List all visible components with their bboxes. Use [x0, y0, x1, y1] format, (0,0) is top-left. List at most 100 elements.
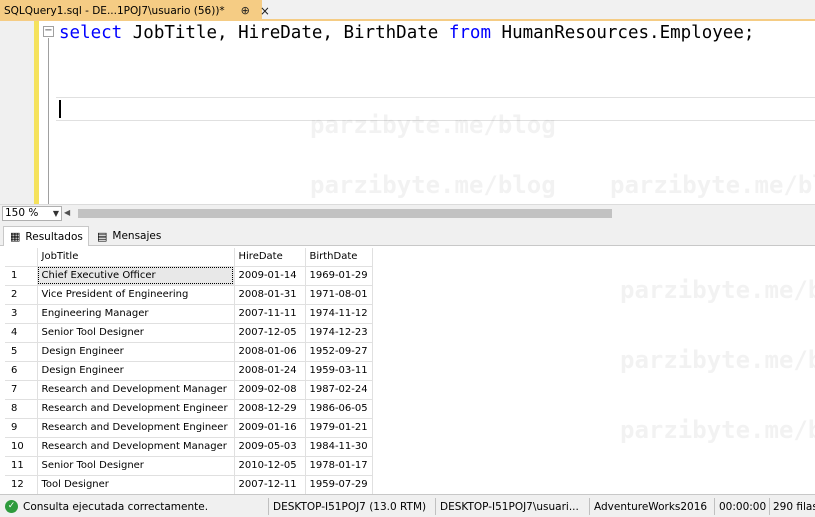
- editor-horizontal-scrollbar[interactable]: 150 % ▼ ◀: [0, 204, 815, 221]
- cell-birthdate[interactable]: 1984-11-30: [305, 437, 373, 457]
- row-number[interactable]: 12: [5, 475, 38, 494]
- messages-icon: ▤: [97, 229, 108, 243]
- code-line-1[interactable]: select JobTitle, HireDate, BirthDate fro…: [59, 21, 754, 45]
- cell-jobtitle[interactable]: Chief Executive Officer: [37, 266, 235, 286]
- row-number[interactable]: 7: [5, 380, 38, 400]
- cell-birthdate[interactable]: 1974-11-12: [305, 304, 373, 324]
- tab-label: Mensajes: [112, 230, 162, 242]
- table-row[interactable]: 8 Research and Development Engineer 2008-1…: [5, 399, 373, 419]
- row-number[interactable]: 6: [5, 361, 38, 381]
- row-number[interactable]: 11: [5, 456, 38, 476]
- column-header-jobtitle[interactable]: JobTitle: [37, 248, 235, 267]
- cell-jobtitle[interactable]: Design Engineer: [37, 342, 235, 362]
- status-row-count: 290 filas: [773, 500, 815, 513]
- corner-cell[interactable]: [5, 248, 38, 267]
- row-number[interactable]: 5: [5, 342, 38, 362]
- scroll-left-icon[interactable]: ◀: [64, 208, 70, 217]
- cell-birthdate[interactable]: 1971-08-01: [305, 285, 373, 305]
- cell-birthdate[interactable]: 1986-06-05: [305, 399, 373, 419]
- watermark: parzibyte.me/blog: [610, 171, 815, 199]
- table-row[interactable]: 5 Design Engineer 2008-01-06 1952-09-27: [5, 342, 373, 362]
- cell-jobtitle[interactable]: Research and Development Engineer: [37, 418, 235, 438]
- table-row[interactable]: 6 Design Engineer 2008-01-24 1959-03-11: [5, 361, 373, 381]
- cell-birthdate[interactable]: 1959-03-11: [305, 361, 373, 381]
- cell-jobtitle[interactable]: Research and Development Engineer: [37, 399, 235, 419]
- cell-jobtitle[interactable]: Design Engineer: [37, 361, 235, 381]
- row-number[interactable]: 1: [5, 266, 38, 286]
- cell-jobtitle[interactable]: Research and Development Manager: [37, 437, 235, 457]
- header-row: JobTitle HireDate BirthDate: [5, 248, 373, 267]
- cell-birthdate[interactable]: 1987-02-24: [305, 380, 373, 400]
- outline-line: [48, 38, 49, 204]
- collapse-icon[interactable]: −: [43, 26, 54, 37]
- cell-hiredate[interactable]: 2010-12-05: [234, 456, 306, 476]
- cell-jobtitle[interactable]: Research and Development Manager: [37, 380, 235, 400]
- cell-jobtitle[interactable]: Engineering Manager: [37, 304, 235, 324]
- check-icon: ✓: [5, 500, 18, 513]
- cell-jobtitle[interactable]: Vice President of Engineering: [37, 285, 235, 305]
- document-tab-strip: SQLQuery1.sql - DE...1POJ7\usuario (56))…: [0, 0, 815, 21]
- status-bar: ✓ Consulta ejecutada correctamente. DESK…: [0, 494, 815, 517]
- document-tab-title: SQLQuery1.sql - DE...1POJ7\usuario (56))…: [4, 4, 225, 17]
- status-database: AdventureWorks2016: [594, 500, 708, 513]
- results-table: JobTitle HireDate BirthDate 1 Chief Execu…: [5, 248, 373, 494]
- table-row[interactable]: 10 Research and Development Manager 2009-0…: [5, 437, 373, 457]
- row-number[interactable]: 3: [5, 304, 38, 324]
- cell-birthdate[interactable]: 1959-07-29: [305, 475, 373, 494]
- cell-hiredate[interactable]: 2008-01-24: [234, 361, 306, 381]
- cell-jobtitle[interactable]: Tool Designer: [37, 475, 235, 494]
- zoom-dropdown[interactable]: 150 % ▼: [2, 206, 62, 221]
- column-header-hiredate[interactable]: HireDate: [234, 248, 306, 267]
- status-text: Consulta ejecutada correctamente.: [23, 500, 209, 513]
- table-row[interactable]: 7 Research and Development Manager 2009-02…: [5, 380, 373, 400]
- row-number[interactable]: 8: [5, 399, 38, 419]
- cell-birthdate[interactable]: 1969-01-29: [305, 266, 373, 286]
- current-line-highlight: [56, 97, 815, 121]
- query-editor[interactable]: − select JobTitle, HireDate, BirthDate f…: [0, 21, 815, 204]
- table-row[interactable]: 4 Senior Tool Designer 2007-12-05 1974-12-2…: [5, 323, 373, 343]
- close-icon[interactable]: ×: [260, 4, 270, 18]
- table-row[interactable]: 9 Research and Development Engineer 2009-0…: [5, 418, 373, 438]
- cell-hiredate[interactable]: 2007-11-11: [234, 304, 306, 324]
- editor-margin: [0, 21, 34, 204]
- cell-hiredate[interactable]: 2009-05-03: [234, 437, 306, 457]
- tab-label: Resultados: [25, 230, 83, 243]
- cell-jobtitle[interactable]: Senior Tool Designer: [37, 323, 235, 343]
- cell-birthdate[interactable]: 1978-01-17: [305, 456, 373, 476]
- tab-resultados[interactable]: ▦ Resultados: [3, 226, 89, 246]
- cell-hiredate[interactable]: 2009-01-16: [234, 418, 306, 438]
- table-row[interactable]: 2 Vice President of Engineering 2008-01-31…: [5, 285, 373, 305]
- chevron-down-icon: ▼: [52, 209, 59, 218]
- cell-hiredate[interactable]: 2007-12-05: [234, 323, 306, 343]
- table-row[interactable]: 3 Engineering Manager 2007-11-11 1974-11-12: [5, 304, 373, 324]
- watermark: parzibyte.me/blog: [310, 171, 556, 199]
- keyword-from: from: [448, 23, 491, 43]
- cell-hiredate[interactable]: 2009-02-08: [234, 380, 306, 400]
- cell-hiredate[interactable]: 2009-01-14: [234, 266, 306, 286]
- results-tab-strip: ▦ Resultados ▤ Mensajes: [0, 221, 815, 246]
- row-number[interactable]: 4: [5, 323, 38, 343]
- row-number[interactable]: 10: [5, 437, 38, 457]
- tab-mensajes[interactable]: ▤ Mensajes: [91, 226, 166, 246]
- cell-hiredate[interactable]: 2008-01-06: [234, 342, 306, 362]
- table-row[interactable]: 11 Senior Tool Designer 2010-12-05 1978-01-…: [5, 456, 373, 476]
- cell-birthdate[interactable]: 1952-09-27: [305, 342, 373, 362]
- code-columns: JobTitle, HireDate, BirthDate: [122, 23, 449, 43]
- table-row[interactable]: 12 Tool Designer 2007-12-11 1959-07-29: [5, 475, 373, 494]
- scrollbar-thumb[interactable]: [78, 209, 612, 218]
- grid-icon: ▦: [10, 230, 21, 243]
- row-number[interactable]: 2: [5, 285, 38, 305]
- pin-icon[interactable]: ⊕: [241, 4, 250, 17]
- table-row[interactable]: 1 Chief Executive Officer 2009-01-14 1969-0…: [5, 266, 373, 286]
- cell-hiredate[interactable]: 2007-12-11: [234, 475, 306, 494]
- column-header-birthdate[interactable]: BirthDate: [305, 248, 373, 267]
- cell-birthdate[interactable]: 1979-01-21: [305, 418, 373, 438]
- cell-jobtitle[interactable]: Senior Tool Designer: [37, 456, 235, 476]
- document-tab[interactable]: SQLQuery1.sql - DE...1POJ7\usuario (56))…: [0, 0, 270, 21]
- cell-hiredate[interactable]: 2008-01-31: [234, 285, 306, 305]
- status-server: DESKTOP-I51POJ7 (13.0 RTM): [273, 500, 427, 513]
- row-number[interactable]: 9: [5, 418, 38, 438]
- cell-hiredate[interactable]: 2008-12-29: [234, 399, 306, 419]
- results-grid[interactable]: parzibyte.me/blog parzibyte.me/blog parz…: [0, 246, 815, 494]
- cell-birthdate[interactable]: 1974-12-23: [305, 323, 373, 343]
